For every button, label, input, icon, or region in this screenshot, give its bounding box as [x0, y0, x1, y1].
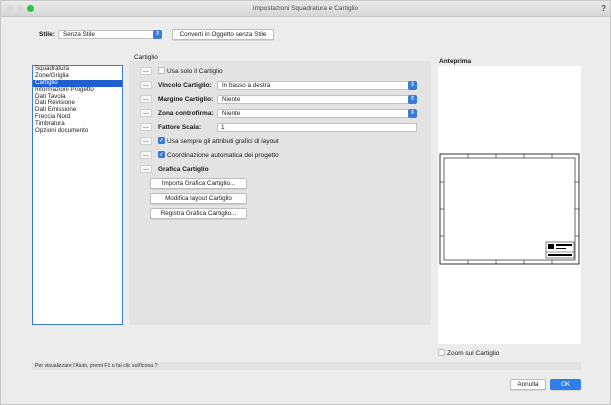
lock-icon[interactable] [140, 81, 152, 89]
preview-area [438, 66, 581, 344]
style-select-value: Senza Stile [63, 31, 95, 38]
window-title: Impostazioni Squadratura e Cartiglio [252, 5, 359, 12]
convert-button[interactable]: Converti in Oggetto senza Stile [172, 29, 274, 40]
chevron-updown-icon: ⇕ [408, 109, 417, 118]
zona-select[interactable]: Niente ⇕ [217, 109, 417, 118]
zoom-cartiglio-label: Zoom sul Cartiglio [447, 350, 500, 357]
vincolo-label: Vincolo Cartiglio: [158, 82, 212, 89]
zona-value: Niente [222, 110, 241, 117]
category-list[interactable]: Squadratura Zone/Griglia Cartiglio Infor… [32, 65, 123, 325]
use-graphic-attrs-checkbox[interactable]: ✓ [158, 137, 165, 144]
help-icon[interactable]: ? [601, 4, 606, 13]
help-status-bar: Per visualizzare l'Aiuto, premi F1 o fai… [32, 362, 581, 370]
auto-coord-label: Coordinazione automatica dei progetto [167, 152, 279, 159]
zoom-cartiglio-checkbox[interactable] [438, 349, 445, 356]
lock-icon[interactable] [140, 151, 152, 159]
vincolo-value: In basso a destra [222, 82, 271, 89]
use-only-cartiglio-checkbox[interactable] [158, 67, 165, 74]
registra-grafica-button[interactable]: Registra Grafica Cartiglio... [150, 208, 247, 219]
lock-icon[interactable] [140, 123, 152, 131]
ok-button[interactable]: OK [550, 379, 581, 390]
fattore-label: Fattore Scala: [158, 124, 201, 131]
grafica-title: Grafica Cartiglio [158, 166, 209, 173]
fattore-input[interactable]: 1 [217, 123, 417, 132]
use-graphic-attrs-label: Usa sempre gli attributi grafici di layo… [167, 138, 279, 145]
chevron-updown-icon: ⇕ [153, 30, 162, 39]
cartiglio-section-title: Cartiglio [134, 54, 158, 61]
lock-icon[interactable] [140, 165, 152, 173]
margine-label: Margine Cartiglio: [158, 96, 214, 103]
margine-value: Niente [222, 96, 241, 103]
importa-grafica-button[interactable]: Importa Grafica Cartiglio... [150, 178, 247, 189]
lock-icon[interactable] [140, 137, 152, 145]
use-only-cartiglio-label: Usa solo il Cartiglio [167, 68, 223, 75]
margine-select[interactable]: Niente ⇕ [217, 95, 417, 104]
title-bar: Impostazioni Squadratura e Cartiglio ? [1, 1, 610, 17]
lock-icon[interactable] [140, 67, 152, 75]
title-block-thumbnail [545, 241, 575, 259]
cancel-button[interactable]: Annulla [510, 379, 546, 390]
chevron-updown-icon: ⇕ [408, 95, 417, 104]
modifica-layout-button[interactable]: Modifica layout Cartiglio [150, 193, 247, 204]
lock-icon[interactable] [140, 109, 152, 117]
settings-dialog: Impostazioni Squadratura e Cartiglio ? S… [0, 0, 611, 405]
style-label: Stile: [39, 31, 55, 38]
preview-title: Anteprima [439, 58, 472, 65]
style-select[interactable]: Senza Stile ⇕ [58, 30, 162, 39]
sidebar-item-opzioni-documento[interactable]: Opzioni documento [33, 127, 122, 135]
lock-icon[interactable] [140, 95, 152, 103]
auto-coord-checkbox[interactable]: ✓ [158, 151, 165, 158]
sheet-preview [439, 153, 580, 265]
vincolo-select[interactable]: In basso a destra ⇕ [217, 81, 417, 90]
chevron-updown-icon: ⇕ [408, 81, 417, 90]
zona-label: Zona controfirma: [158, 110, 214, 117]
